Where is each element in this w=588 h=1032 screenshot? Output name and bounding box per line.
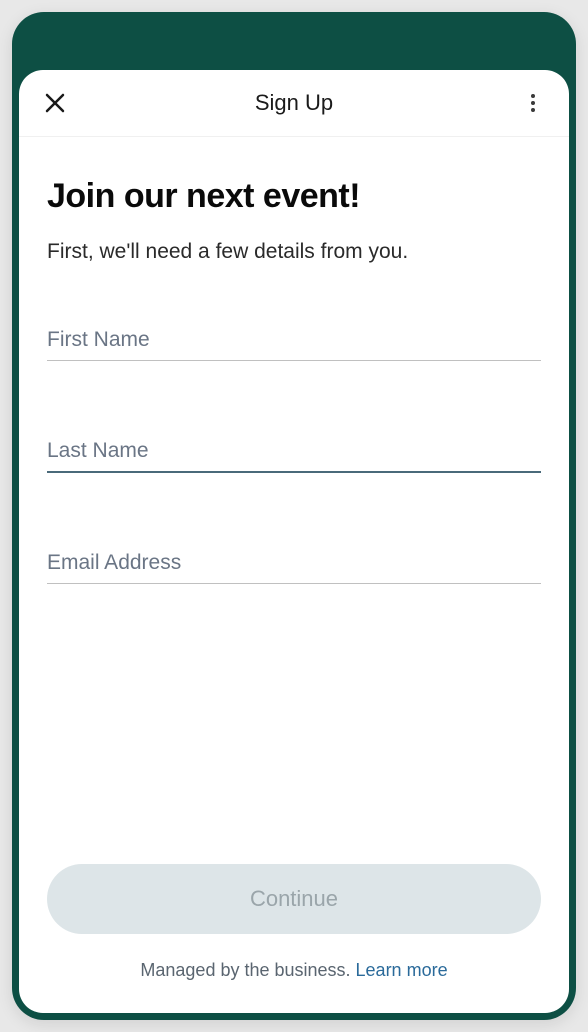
- first-name-field: [47, 320, 541, 361]
- email-input[interactable]: [47, 543, 541, 584]
- modal-header: Sign Up: [19, 70, 569, 137]
- learn-more-link[interactable]: Learn more: [356, 960, 448, 980]
- device-frame: Sign Up Join our next event! First, we'l…: [12, 12, 576, 1020]
- managed-by-text: Managed by the business.: [140, 960, 355, 980]
- continue-button[interactable]: Continue: [47, 864, 541, 934]
- modal-body: Join our next event! First, we'll need a…: [19, 137, 569, 864]
- last-name-field: [47, 431, 541, 473]
- last-name-input[interactable]: [47, 431, 541, 473]
- footer-text: Managed by the business. Learn more: [47, 960, 541, 981]
- modal-footer: Continue Managed by the business. Learn …: [19, 864, 569, 1013]
- form-subheading: First, we'll need a few details from you…: [47, 240, 541, 264]
- spacer: [47, 604, 541, 864]
- modal-title: Sign Up: [67, 90, 521, 116]
- signup-modal: Sign Up Join our next event! First, we'l…: [19, 70, 569, 1013]
- more-vertical-icon[interactable]: [521, 91, 545, 115]
- form-heading: Join our next event!: [47, 177, 541, 216]
- email-field: [47, 543, 541, 584]
- close-icon[interactable]: [43, 91, 67, 115]
- first-name-input[interactable]: [47, 320, 541, 361]
